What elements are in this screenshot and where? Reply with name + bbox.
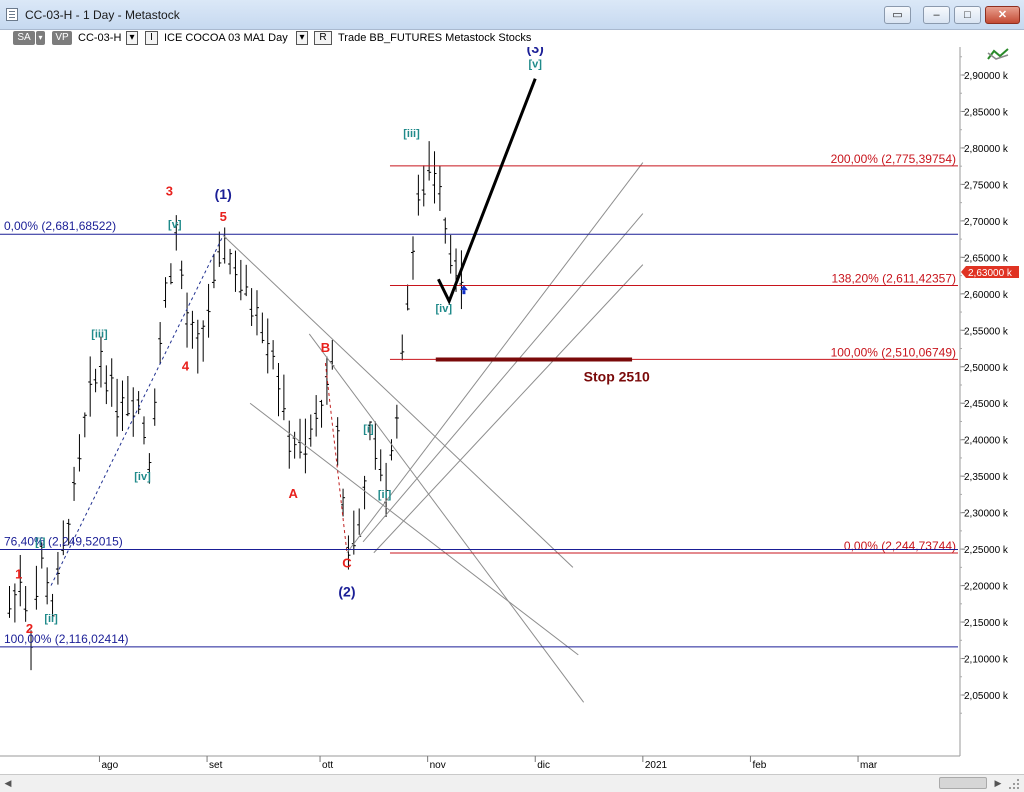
close-button[interactable]: ✕: [985, 6, 1020, 24]
trend-channels: [50, 162, 644, 703]
date-tick-label: feb: [752, 760, 766, 771]
wave-label: [iv]: [134, 471, 151, 483]
wave-label: [iv]: [436, 303, 453, 315]
vp-button[interactable]: VP: [52, 31, 72, 45]
wave-label: 2: [26, 621, 33, 636]
instrument-label: ICE COCOA 03 MA: [164, 32, 260, 44]
restore-layout-icon: ▭: [892, 9, 903, 21]
price-tick-label: 2,55000 k: [964, 326, 1009, 337]
scroll-right-icon[interactable]: ▶: [992, 778, 1004, 789]
price-tick-label: 2,20000 k: [964, 582, 1009, 593]
date-axis: ago set ott nov dic 2021 feb mar: [98, 756, 878, 771]
chart-tool-line: [987, 48, 1009, 60]
fib-red-label: 0,00% (2,244,73744): [844, 539, 956, 553]
wave-label: C: [342, 555, 352, 570]
date-tick-label: 2021: [645, 760, 668, 771]
r-dropdown[interactable]: R: [314, 31, 332, 45]
wave-label: [ii]: [44, 613, 58, 625]
fib-blue-label: 100,00% (2,116,02414): [4, 632, 129, 646]
wave-label: 5: [220, 209, 227, 224]
chart-window-icon: [6, 8, 18, 21]
fib-blue-label: 0,00% (2,681,68522): [4, 219, 116, 233]
price-tick-label: 2,85000 k: [964, 107, 1009, 118]
scroll-thumb[interactable]: [939, 777, 987, 789]
minimize-icon: –: [933, 9, 940, 21]
price-tick-label: 2,80000 k: [964, 144, 1009, 155]
price-tick-label: 2,15000 k: [964, 618, 1009, 629]
channel-line: [249, 402, 579, 656]
price-tick-label: 2,05000 k: [964, 691, 1009, 702]
price-tick-label: 2,75000 k: [964, 180, 1009, 191]
chart-grid: [0, 47, 961, 757]
wave-label: A: [288, 486, 298, 501]
price-tick-label: 2,50000 k: [964, 363, 1009, 374]
price-tick-label: 2,45000 k: [964, 399, 1009, 410]
period-label: 1 Day: [259, 32, 288, 44]
horizontal-scrollbar[interactable]: ◀ ▶: [0, 774, 1024, 792]
window-title: CC-03-H - 1 Day - Metastock: [25, 8, 180, 22]
price-tick-label: 2,60000 k: [964, 290, 1009, 301]
wave-label: 3: [166, 183, 173, 198]
resize-grip-icon[interactable]: [1008, 778, 1020, 790]
wave-label: 1: [15, 566, 22, 581]
sa-button[interactable]: SA: [13, 31, 35, 45]
price-tick-label: 2,10000 k: [964, 655, 1009, 666]
fib-red-label: 200,00% (2,775,39754): [831, 152, 956, 166]
stop-label: Stop 2510: [584, 368, 650, 384]
maximize-icon: □: [964, 9, 971, 21]
price-tick-label: 2,35000 k: [964, 472, 1009, 483]
up-arrow-stem: [462, 290, 466, 295]
wave-label: [i]: [363, 423, 374, 435]
close-icon: ✕: [997, 9, 1008, 21]
toolbar-info-text: Trade BB_FUTURES Metastock Stocks: [338, 32, 532, 44]
date-tick-label: ott: [322, 760, 333, 771]
date-tick-label: mar: [860, 760, 878, 771]
fib-blue-label: 76,40% (2,249,52015): [4, 534, 123, 548]
period-dropdown-icon[interactable]: ▾: [296, 31, 308, 45]
wave-label: [v]: [529, 59, 543, 71]
projection: [437, 78, 537, 305]
wave-label: [v]: [168, 219, 182, 231]
channel-line: [373, 264, 644, 554]
symbol-label: CC-03-H: [78, 32, 122, 44]
title-bar[interactable]: CC-03-H - 1 Day - Metastock ▭ – □ ✕: [0, 0, 1024, 30]
chart-tool-icon: [987, 48, 1009, 60]
price-tick-label: 2,40000 k: [964, 436, 1009, 447]
wave-connector: [50, 235, 224, 586]
wave-label: [i]: [35, 536, 46, 548]
scroll-left-icon[interactable]: ◀: [2, 778, 14, 789]
wave-label: [ii]: [378, 489, 392, 501]
date-tick-label: dic: [537, 760, 550, 771]
wave-label: 4: [182, 358, 190, 373]
price-axis: 2,95000 k2,90000 k2,85000 k2,80000 k2,75…: [960, 48, 1019, 714]
wave-label: (2): [338, 584, 355, 600]
price-chart[interactable]: 200,00% (2,775,39754) 138,20% (2,611,4235…: [0, 47, 1024, 774]
fib-red-label: 100,00% (2,510,06749): [831, 345, 956, 359]
maximize-button[interactable]: □: [954, 6, 981, 24]
wave-label: (3): [527, 47, 544, 56]
fib-red-label: 138,20% (2,611,42357): [831, 272, 956, 286]
restore-layout-button[interactable]: ▭: [884, 6, 911, 24]
projection-path: [437, 78, 537, 305]
metastock-window: CC-03-H - 1 Day - Metastock ▭ – □ ✕ SA ▾…: [0, 0, 1024, 792]
date-tick-label: set: [209, 760, 223, 771]
current-price-label: 2,63000 k: [968, 268, 1013, 279]
price-tick-label: 2,70000 k: [964, 217, 1009, 228]
instrument-checkbox[interactable]: I: [145, 31, 158, 45]
price-tick-label: 2,30000 k: [964, 509, 1009, 520]
date-tick-label: nov: [430, 760, 446, 771]
wave-label: (1): [215, 186, 232, 202]
sa-dropdown-icon[interactable]: ▾: [36, 31, 45, 45]
minimize-button[interactable]: –: [923, 6, 950, 24]
wave-connector: [324, 363, 348, 553]
wave-label: [iii]: [91, 329, 108, 341]
price-tick-label: 2,65000 k: [964, 253, 1009, 264]
symbol-dropdown-icon[interactable]: ▾: [126, 31, 138, 45]
price-tick-label: 2,25000 k: [964, 545, 1009, 556]
date-tick-label: ago: [101, 760, 118, 771]
wave-label: [iii]: [403, 128, 420, 140]
wave-label: B: [321, 340, 330, 355]
price-tick-label: 2,90000 k: [964, 71, 1009, 82]
chart-toolbar: SA ▾ VP CC-03-H ▾ I ICE COCOA 03 MA 1 Da…: [0, 30, 1024, 47]
